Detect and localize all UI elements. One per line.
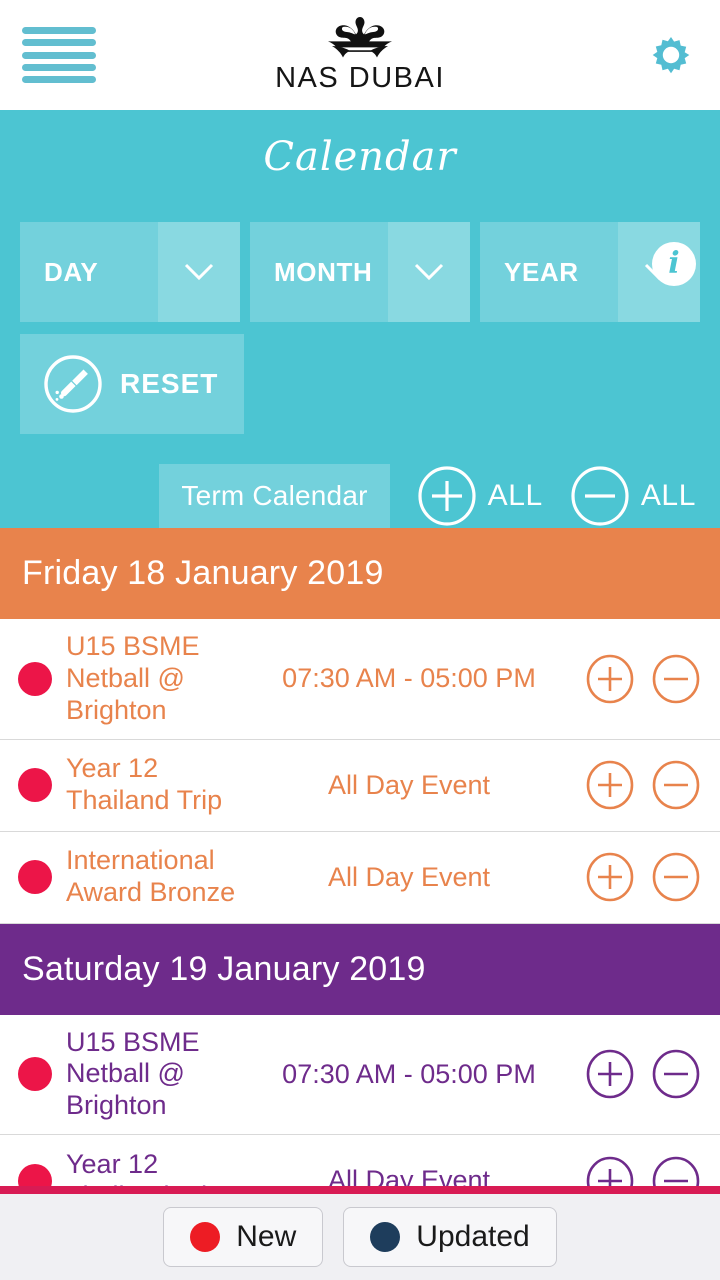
minus-circle-icon[interactable]	[650, 1155, 702, 1186]
hamburger-bar	[22, 76, 96, 83]
gear-glyph	[652, 37, 690, 74]
calendar-actions-row: Term Calendar ALL ALL	[20, 464, 700, 528]
event-actions	[552, 851, 702, 903]
hamburger-bar	[22, 27, 96, 34]
calendar-filter-panel: Calendar i DAY MONTH YEAR RESET Term Cal…	[0, 110, 720, 528]
hamburger-bar	[22, 51, 96, 59]
day-selector-label: DAY	[20, 222, 158, 322]
plus-circle-icon[interactable]	[584, 1048, 636, 1100]
plus-circle-icon[interactable]	[584, 1155, 636, 1186]
month-selector[interactable]: MONTH	[250, 222, 470, 322]
event-row[interactable]: U15 BSME Netball @ Brighton 07:30 AM - 0…	[0, 1015, 720, 1136]
legend-divider	[0, 1186, 720, 1194]
info-icon[interactable]: i	[652, 242, 696, 286]
minus-circle-icon[interactable]	[650, 1048, 702, 1100]
status-dot-updated	[370, 1222, 401, 1252]
legend-item-label: Updated	[416, 1220, 530, 1253]
hamburger-bar	[22, 63, 96, 71]
event-time: All Day Event	[327, 861, 491, 892]
minus-circle-icon	[571, 466, 629, 526]
status-dot-new	[18, 661, 52, 696]
event-actions	[552, 653, 702, 705]
minus-circle-icon[interactable]	[650, 653, 702, 705]
collapse-all-label: ALL	[640, 479, 696, 512]
hamburger-menu-icon[interactable]	[22, 27, 96, 83]
event-title: U15 BSME Netball @ Brighton	[66, 1026, 200, 1121]
date-selector-row: DAY MONTH YEAR	[20, 222, 700, 322]
event-row[interactable]: International Award Bronze All Day Event	[0, 832, 720, 924]
status-dot-new	[18, 860, 52, 895]
app-bar: NAS DUBAI	[0, 0, 720, 110]
status-dot-new	[18, 1057, 52, 1092]
year-selector-label: YEAR	[480, 222, 618, 322]
plus-circle-icon[interactable]	[584, 759, 636, 811]
event-time: All Day Event	[327, 769, 491, 800]
event-actions	[552, 1155, 702, 1186]
broom-icon	[44, 355, 102, 413]
event-title: Year 12 Thailand Trip	[66, 753, 223, 816]
page-title: Calendar	[263, 134, 457, 180]
month-selector-label: MONTH	[250, 222, 388, 322]
event-title: U15 BSME Netball @ Brighton	[66, 631, 200, 725]
day-header: Saturday 19 January 2019	[0, 923, 720, 1015]
app-screen: NAS DUBAI Calendar i DAY MONTH YEAR RESE…	[0, 0, 720, 1280]
minus-circle-icon[interactable]	[650, 759, 702, 811]
legend-bar: New Updated	[0, 1194, 720, 1280]
day-selector[interactable]: DAY	[20, 222, 240, 322]
minus-circle-icon[interactable]	[650, 851, 702, 903]
event-actions	[552, 759, 702, 811]
app-logo: NAS DUBAI	[250, 15, 470, 95]
day-header: Friday 18 January 2019	[0, 528, 720, 619]
event-row[interactable]: Year 12 Thailand Trip All Day Event	[0, 1135, 720, 1186]
info-icon-label: i	[668, 246, 680, 281]
event-title: Year 12 Thailand Trip	[66, 1148, 222, 1186]
event-row[interactable]: U15 BSME Netball @ Brighton 07:30 AM - 0…	[0, 619, 720, 740]
plus-circle-icon[interactable]	[584, 851, 636, 903]
reset-button[interactable]: RESET	[20, 334, 244, 434]
expand-all-label: ALL	[487, 479, 543, 512]
legend-item-updated[interactable]: Updated	[343, 1207, 557, 1267]
event-row[interactable]: Year 12 Thailand Trip All Day Event	[0, 740, 720, 832]
app-logo-text: NAS DUBAI	[275, 62, 445, 94]
reset-button-label: RESET	[120, 368, 219, 399]
legend-item-new[interactable]: New	[163, 1207, 324, 1267]
status-dot-new	[18, 1163, 52, 1186]
chevron-down-icon[interactable]	[388, 222, 470, 322]
hamburger-bar	[22, 39, 96, 47]
collapse-all-button[interactable]: ALL	[569, 465, 696, 527]
chevron-down-glyph	[414, 263, 444, 281]
gear-icon[interactable]	[644, 28, 698, 82]
status-dot-new	[190, 1222, 221, 1252]
plus-circle-icon[interactable]	[584, 653, 636, 705]
expand-all-button[interactable]: ALL	[416, 465, 543, 527]
event-time: 07:30 AM - 05:00 PM	[282, 663, 536, 694]
crown-icon	[328, 17, 392, 58]
chevron-down-glyph	[184, 263, 214, 281]
term-calendar-button[interactable]: Term Calendar	[159, 464, 390, 528]
event-list: Friday 18 January 2019 U15 BSME Netball …	[0, 528, 720, 1186]
status-dot-new	[18, 768, 52, 803]
legend-item-label: New	[236, 1220, 297, 1253]
event-actions	[552, 1048, 702, 1100]
event-title: International Award Bronze	[66, 845, 236, 908]
chevron-down-icon[interactable]	[158, 222, 240, 322]
event-time: 07:30 AM - 05:00 PM	[282, 1058, 536, 1089]
plus-circle-icon	[418, 466, 476, 526]
event-time: All Day Event	[327, 1165, 491, 1186]
